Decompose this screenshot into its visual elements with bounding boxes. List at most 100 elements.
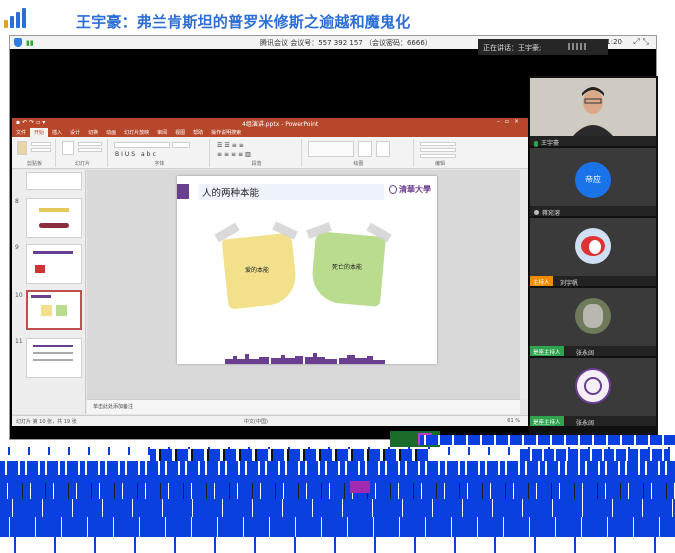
zoom-level[interactable]: 61 % xyxy=(507,418,520,424)
host-badge: 主持人 xyxy=(530,276,553,286)
slide-thumbnails: 8 9 10 11 xyxy=(12,170,86,414)
screenshot-root: { "header": { "title": "王宇豪：弗兰肯斯坦的普罗米修斯之… xyxy=(0,0,675,553)
thumb-number: 11 xyxy=(15,338,23,345)
window-controls[interactable]: ⤢⤡ xyxy=(633,37,652,47)
glitch-block xyxy=(150,449,430,461)
align-icons[interactable]: ≡≡≡≡▥ xyxy=(217,151,253,158)
ribbon-label-editing: 编辑 xyxy=(434,161,445,167)
font-name-field[interactable] xyxy=(114,142,170,148)
mic-on-icon xyxy=(534,140,538,147)
glitch-artifact-area xyxy=(0,431,675,553)
font-size-field[interactable] xyxy=(172,142,190,148)
participant-name-bar: 是座主持人 张永阔 xyxy=(530,346,656,357)
speaking-indicator: 正在讲话：王宇豪; xyxy=(478,39,608,55)
participant-name: 王宇豪 xyxy=(541,140,560,147)
tab-transitions[interactable]: 切换 xyxy=(84,128,102,137)
glitch-block xyxy=(0,537,675,553)
replace-icon[interactable] xyxy=(420,148,456,152)
new-slide-icon[interactable] xyxy=(62,141,74,155)
ppt-statusbar: 幻灯片 第 10 张，共 19 张 中文(中国) 61 % xyxy=(12,415,528,426)
reset-icon[interactable] xyxy=(78,148,102,152)
tab-help[interactable]: 帮助 xyxy=(189,128,207,137)
user-icon xyxy=(534,210,539,215)
note-left-text: 爱的本能 xyxy=(245,267,270,274)
thumb-number: 9 xyxy=(15,244,19,251)
meeting-window: ▮▮ 腾讯会议 会议号：557 392 157 （会议密码：6666） 01:0… xyxy=(9,35,658,440)
slide-thumbnail[interactable] xyxy=(26,172,82,190)
ppt-filename: 4组演讲.pptx - PowerPoint xyxy=(242,121,319,128)
tab-review[interactable]: 审阅 xyxy=(153,128,171,137)
notes-pane[interactable]: 单击此处添加备注 xyxy=(87,399,520,414)
thumb-number: 10 xyxy=(15,292,23,299)
tab-slideshow[interactable]: 幻灯片放映 xyxy=(120,128,153,137)
shapes-gallery[interactable] xyxy=(308,141,354,157)
ribbon-group-clipboard: 剪贴板 xyxy=(14,139,56,167)
ribbon-label-font: 字体 xyxy=(154,161,165,167)
layout-icon[interactable] xyxy=(78,142,102,146)
ribbon-label-paragraph: 段落 xyxy=(251,161,262,167)
note-right-text: 死亡的本能 xyxy=(332,264,363,271)
ribbon-label-drawing: 绘图 xyxy=(353,161,364,167)
glitch-block xyxy=(350,481,370,493)
ribbon-group-paragraph: ☰☰≡≡ ≡≡≡≡▥ 段落 xyxy=(212,139,302,167)
participant-name-bar: 主持人 刘宇帆 xyxy=(530,276,656,287)
meeting-id-text: 腾讯会议 会议号：557 392 157 （会议密码：6666） xyxy=(260,39,432,47)
participant-tile[interactable]: 主持人 刘宇帆 xyxy=(530,218,656,287)
speaking-label: 正在讲话：王宇豪; xyxy=(483,44,542,52)
ribbon-label-slides: 幻灯片 xyxy=(74,161,90,167)
participant-name: 张永阔 xyxy=(576,350,595,357)
tab-search[interactable]: 操作说明搜索 xyxy=(207,128,245,137)
avatar xyxy=(575,368,611,404)
tab-file[interactable]: 文件 xyxy=(12,128,30,137)
quick-styles-icon[interactable] xyxy=(376,141,390,157)
logo-bars-icon xyxy=(4,6,30,28)
slide-thumbnail[interactable] xyxy=(26,198,82,238)
participant-tile[interactable]: 是座主持人 张永阔 xyxy=(530,288,656,357)
cohost-badge: 是座主持人 xyxy=(530,346,564,356)
find-icon[interactable] xyxy=(420,142,456,146)
glitch-block xyxy=(0,499,675,517)
tab-home[interactable]: 开始 xyxy=(30,128,49,137)
participant-name-bar: 是座主持人 张永阔 xyxy=(530,416,656,427)
thumb-number: 8 xyxy=(15,198,19,205)
title-accent-block xyxy=(177,184,189,199)
participant-tile-video[interactable]: 王宇豪 xyxy=(530,78,656,147)
cut-icon[interactable] xyxy=(31,142,51,146)
tab-animations[interactable]: 动画 xyxy=(102,128,120,137)
glitch-block xyxy=(0,483,675,499)
font-style-icons[interactable]: BIUS abc xyxy=(115,151,158,158)
paragraph-icons[interactable]: ☰☰≡≡ xyxy=(217,142,246,149)
audio-wave-icon xyxy=(568,43,586,50)
cohost-badge: 是座主持人 xyxy=(530,416,564,426)
slide-thumbnail-selected[interactable] xyxy=(26,290,82,330)
tab-insert[interactable]: 插入 xyxy=(48,128,66,137)
ppt-vertical-scrollbar[interactable] xyxy=(520,170,528,399)
tab-design[interactable]: 设计 xyxy=(66,128,84,137)
participant-name-bar: 蒋宛溶 xyxy=(530,206,656,217)
university-logo: 清華大學 xyxy=(389,183,431,201)
participant-name: 张永阔 xyxy=(576,420,595,427)
participant-video-feed xyxy=(568,84,618,136)
paste-icon[interactable] xyxy=(17,141,27,155)
participants-panel: 王宇豪 帝应 蒋宛溶 主持人 刘宇帆 是座主持人 张永阔 是座主持人 张永阔 xyxy=(529,76,658,440)
tab-view[interactable]: 视图 xyxy=(171,128,189,137)
select-icon[interactable] xyxy=(420,154,456,158)
language-indicator: 中文(中国) xyxy=(244,419,268,425)
shared-powerpoint: ▪↶↷▫▾ 4组演讲.pptx - PowerPoint –▫× 文件 开始 插入设… xyxy=(12,118,528,426)
ppt-window-buttons[interactable]: –▫× xyxy=(497,118,524,125)
arrange-icon[interactable] xyxy=(358,141,372,157)
ribbon-group-editing: 编辑 xyxy=(416,139,464,167)
page-title: 王宇豪：弗兰肯斯坦的普罗米修斯之逾越和魔鬼化 xyxy=(76,13,411,31)
ppt-ribbon-tabs: 文件 开始 插入 设计 切换 动画 幻灯片放映 审阅 视图 帮助 操作说明搜索 xyxy=(12,128,528,137)
copy-icon[interactable] xyxy=(31,148,51,152)
participant-tile[interactable]: 帝应 蒋宛溶 xyxy=(530,148,656,217)
slide-thumbnail[interactable] xyxy=(26,244,82,284)
slide-editor-canvas[interactable]: 人的两种本能 清華大學 爱的本能 死亡的本能 xyxy=(87,170,520,414)
avatar xyxy=(575,228,611,264)
slide-thumbnail[interactable] xyxy=(26,338,82,378)
quick-access-icons[interactable]: ▪↶↷▫▾ xyxy=(16,119,47,126)
participant-tile[interactable]: 是座主持人 张永阔 xyxy=(530,358,656,427)
glitch-block xyxy=(0,517,675,537)
ribbon-group-font: BIUS abc 字体 xyxy=(110,139,210,167)
current-slide[interactable]: 人的两种本能 清華大學 爱的本能 死亡的本能 xyxy=(177,176,437,364)
